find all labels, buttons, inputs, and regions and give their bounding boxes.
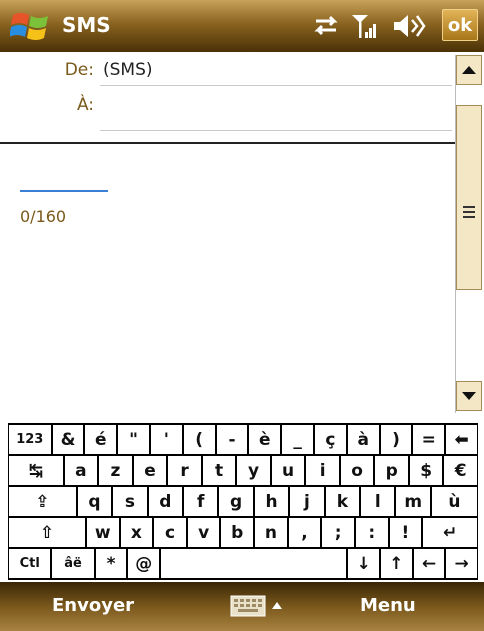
key-v[interactable]: v: [187, 518, 220, 547]
key-l[interactable]: l: [361, 487, 395, 516]
key-w[interactable]: w: [86, 518, 119, 547]
key-h[interactable]: h: [254, 487, 289, 516]
accents-key[interactable]: âë: [52, 549, 94, 578]
arrow-right-key[interactable]: →: [446, 549, 477, 578]
key-symbol[interactable]: ç: [314, 425, 346, 454]
windows-start-icon[interactable]: [10, 9, 52, 43]
tab-key[interactable]: ↹: [9, 456, 63, 485]
signal-strength-icon[interactable]: [350, 12, 378, 40]
key-d[interactable]: d: [148, 487, 183, 516]
key-b[interactable]: b: [221, 518, 254, 547]
input-panel-button[interactable]: [229, 592, 289, 620]
header-separator: [0, 142, 455, 144]
scroll-down-button[interactable]: [456, 381, 482, 411]
arrow-down-key[interactable]: ↓: [348, 549, 380, 578]
key-symbol[interactable]: -: [216, 425, 248, 454]
shift-key[interactable]: ⇧: [9, 518, 85, 547]
key-j[interactable]: j: [290, 487, 324, 516]
caps-lock-key[interactable]: ⇪: [9, 487, 76, 516]
key-n[interactable]: n: [255, 518, 287, 547]
scroll-thumb[interactable]: [456, 105, 482, 290]
key-r[interactable]: r: [168, 456, 201, 485]
caret-up-icon: [272, 602, 282, 609]
key-x[interactable]: x: [120, 518, 153, 547]
message-body-input[interactable]: [0, 146, 454, 411]
send-softkey[interactable]: Envoyer: [52, 595, 134, 616]
key-m[interactable]: m: [396, 487, 430, 516]
to-field[interactable]: [100, 90, 452, 128]
key-f[interactable]: f: [184, 487, 218, 516]
key-z[interactable]: z: [99, 456, 132, 485]
arrow-down-icon: [462, 392, 476, 400]
to-label: À:: [76, 95, 94, 115]
key-symbol[interactable]: à: [347, 425, 379, 454]
ok-button[interactable]: ok: [442, 9, 478, 41]
to-field-underline: [100, 130, 452, 131]
volume-icon[interactable]: [392, 12, 426, 40]
vertical-scrollbar[interactable]: [455, 55, 482, 413]
key-symbol[interactable]: ): [380, 425, 412, 454]
key-symbol[interactable]: &: [52, 425, 84, 454]
key-symbol[interactable]: (: [183, 425, 215, 454]
soft-keyboard: 123 & é " '(- è _ ç à) = ⬅ ↹ a z e r t y u i o p $ € ⇪ q s d f g h j k l m…: [8, 423, 478, 580]
key-symbol[interactable]: ;: [322, 518, 354, 547]
key-symbol[interactable]: :: [355, 518, 388, 547]
sync-arrows-icon[interactable]: [312, 12, 340, 38]
arrow-up-key[interactable]: ↑: [381, 549, 412, 578]
key-symbol[interactable]: =: [413, 425, 445, 454]
key-q[interactable]: q: [77, 487, 112, 516]
key-t[interactable]: t: [202, 456, 236, 485]
key-symbol[interactable]: è: [249, 425, 281, 454]
key-symbol[interactable]: €: [444, 456, 477, 485]
backspace-key[interactable]: ⬅: [446, 425, 477, 454]
ctrl-key[interactable]: Ctl: [9, 549, 51, 578]
key-symbol[interactable]: ": [118, 425, 149, 454]
from-field[interactable]: (SMS): [103, 60, 153, 80]
key-e[interactable]: e: [133, 456, 167, 485]
key-symbol[interactable]: !: [389, 518, 422, 547]
key-symbol[interactable]: $: [409, 456, 443, 485]
grip-icon: [463, 206, 475, 218]
key-y[interactable]: y: [237, 456, 270, 485]
menu-bar: Envoyer Menu: [0, 582, 484, 631]
app-title: SMS: [62, 13, 111, 37]
from-field-underline: [100, 85, 452, 86]
menu-softkey[interactable]: Menu: [360, 595, 416, 616]
key-o[interactable]: o: [340, 456, 374, 485]
key-u[interactable]: u: [271, 456, 305, 485]
arrow-up-icon: [462, 66, 476, 74]
key-p[interactable]: p: [375, 456, 408, 485]
key-symbol[interactable]: ': [150, 425, 182, 454]
scroll-up-button[interactable]: [456, 55, 482, 85]
key-symbol[interactable]: ù: [431, 487, 477, 516]
key-a[interactable]: a: [64, 456, 98, 485]
key-s[interactable]: s: [113, 487, 147, 516]
key-i[interactable]: i: [306, 456, 339, 485]
key-symbol[interactable]: ,: [288, 518, 321, 547]
key-symbol[interactable]: @: [128, 549, 160, 578]
key-symbol[interactable]: é: [85, 425, 117, 454]
enter-key[interactable]: ↵: [423, 518, 477, 547]
character-counter: 0/160: [20, 207, 67, 226]
from-label: De:: [64, 60, 94, 80]
space-key[interactable]: [161, 549, 347, 578]
key-symbol[interactable]: _: [282, 425, 313, 454]
keyboard-icon: [230, 595, 282, 617]
title-bar: SMS ok: [0, 0, 484, 52]
key-symbol[interactable]: *: [95, 549, 127, 578]
key-c[interactable]: c: [154, 518, 186, 547]
text-cursor-line: [20, 190, 108, 192]
key-g[interactable]: g: [219, 487, 253, 516]
arrow-left-key[interactable]: ←: [413, 549, 445, 578]
numbers-key[interactable]: 123: [9, 425, 51, 454]
key-k[interactable]: k: [325, 487, 360, 516]
